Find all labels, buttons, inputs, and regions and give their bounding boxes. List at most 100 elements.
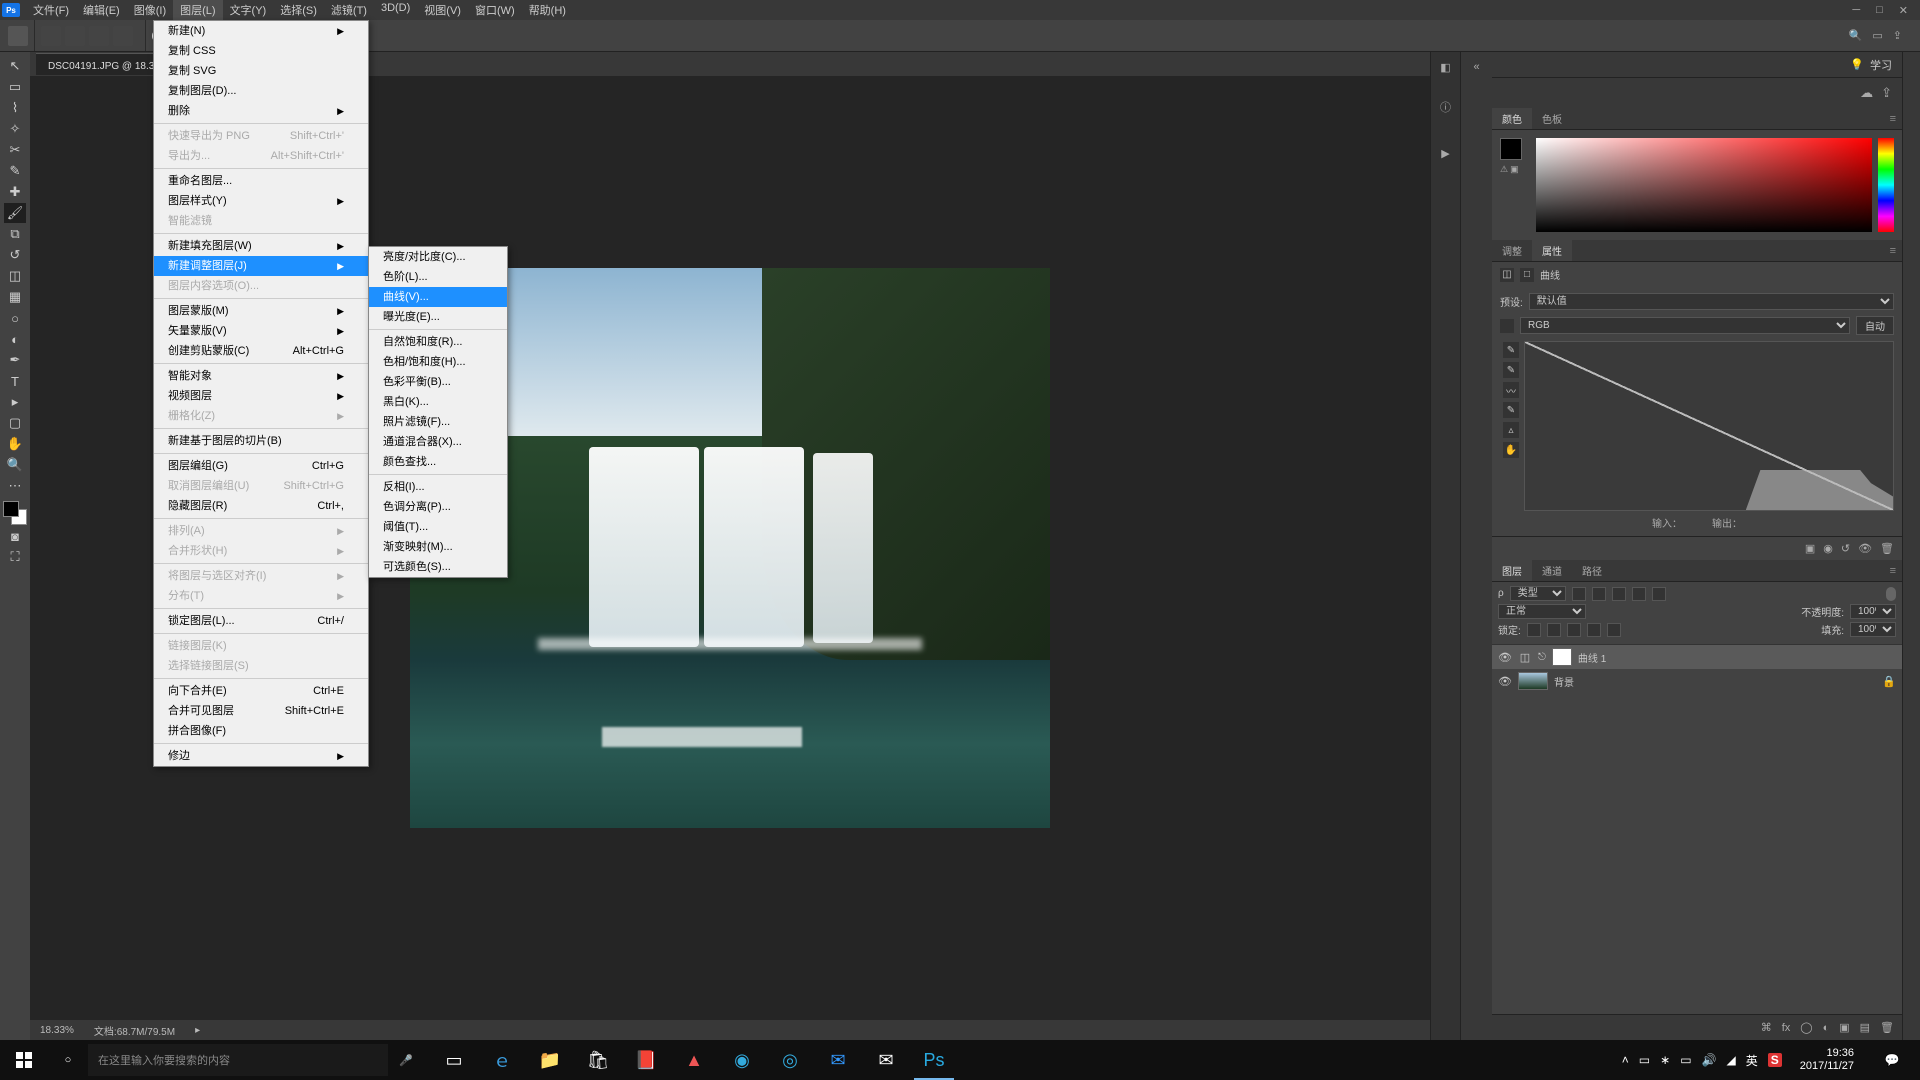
color-field[interactable]: [1536, 138, 1872, 232]
clip-to-layer-icon[interactable]: ▣: [1805, 542, 1815, 555]
brush-tool[interactable]: 🖌: [4, 203, 26, 223]
submenu-item[interactable]: 曝光度(E)...: [369, 307, 507, 327]
clock[interactable]: 19:36 2017/11/27: [1792, 1047, 1862, 1073]
menu-3D(D)[interactable]: 3D(D): [374, 0, 417, 20]
channel-icon[interactable]: [1500, 319, 1514, 333]
hue-slider[interactable]: [1878, 138, 1894, 232]
pen-tool[interactable]: ✒: [4, 350, 26, 370]
tray-volume-icon[interactable]: 🔊: [1702, 1053, 1717, 1067]
eyedropper-tool[interactable]: ✎: [4, 161, 26, 181]
color-tab[interactable]: 颜色: [1492, 108, 1532, 129]
gradient-tool[interactable]: ▦: [4, 287, 26, 307]
menu-item[interactable]: 新建基于图层的切片(B): [154, 431, 368, 451]
workspace-icon[interactable]: ▭: [1872, 29, 1882, 42]
submenu-item[interactable]: 色彩平衡(B)...: [369, 372, 507, 392]
filter-kind-select[interactable]: 类型: [1510, 586, 1566, 601]
edge-icon[interactable]: ｅ: [478, 1040, 526, 1080]
marquee-tool[interactable]: ▭: [4, 77, 26, 97]
filter-adjust-icon[interactable]: [1592, 587, 1606, 601]
menu-item[interactable]: 图层编组(G)Ctrl+G: [154, 456, 368, 476]
layer-thumb[interactable]: [1518, 672, 1548, 690]
tool-preset-icon[interactable]: [8, 26, 28, 46]
screenmode-tool[interactable]: ⛶: [4, 547, 26, 567]
type-tool[interactable]: T: [4, 371, 26, 391]
menu-图层(L)[interactable]: 图层(L): [173, 0, 222, 20]
menu-item[interactable]: 新建调整图层(J)▶: [154, 256, 368, 276]
move-tool[interactable]: ↖: [4, 56, 26, 76]
app5-icon[interactable]: ✉: [814, 1040, 862, 1080]
path-select-tool[interactable]: ▸: [4, 392, 26, 412]
menu-item[interactable]: 智能对象▶: [154, 366, 368, 386]
zoom-tool[interactable]: 🔍: [4, 455, 26, 475]
blend-mode-select[interactable]: 正常: [1498, 604, 1586, 619]
mic-icon[interactable]: 🎤: [388, 1054, 424, 1067]
menu-选择(S)[interactable]: 选择(S): [273, 0, 324, 20]
heal-tool[interactable]: ✚: [4, 182, 26, 202]
link-layers-icon[interactable]: ⌘: [1761, 1021, 1772, 1034]
hand-icon[interactable]: ✋: [1503, 442, 1519, 458]
panel-menu-icon[interactable]: ≡: [1884, 245, 1902, 257]
channels-tab[interactable]: 通道: [1532, 560, 1572, 581]
menu-文件(F)[interactable]: 文件(F): [26, 0, 76, 20]
learn-label[interactable]: 学习: [1870, 57, 1892, 73]
menu-item[interactable]: 复制 SVG: [154, 61, 368, 81]
lock-trans-icon[interactable]: [1527, 623, 1541, 637]
menu-item[interactable]: 图层样式(Y)▶: [154, 191, 368, 211]
tray-battery-icon[interactable]: ▭: [1680, 1053, 1691, 1067]
dodge-tool[interactable]: ◐: [4, 329, 26, 349]
shape-tool[interactable]: ▢: [4, 413, 26, 433]
share-icon[interactable]: ⇪: [1893, 29, 1902, 42]
curves-graph[interactable]: ✎ ✎ 〰 ✎ ▵ ✋: [1524, 341, 1894, 511]
eraser-tool[interactable]: ◫: [4, 266, 26, 286]
clip-icon[interactable]: ▵: [1503, 422, 1519, 438]
menu-编辑(E)[interactable]: 编辑(E): [76, 0, 127, 20]
toggle-visibility-icon[interactable]: 👁: [1858, 542, 1872, 555]
app4-icon[interactable]: ◎: [766, 1040, 814, 1080]
tray-bluetooth-icon[interactable]: ∗: [1660, 1053, 1670, 1067]
start-button[interactable]: [0, 1040, 48, 1080]
blur-tool[interactable]: ○: [4, 308, 26, 328]
submenu-item[interactable]: 可选颜色(S)...: [369, 557, 507, 577]
group-icon[interactable]: ▣: [1839, 1021, 1849, 1034]
new-layer-icon[interactable]: ▤: [1860, 1021, 1870, 1034]
layer-name[interactable]: 背景: [1554, 674, 1574, 689]
menu-item[interactable]: 矢量蒙版(V)▶: [154, 321, 368, 341]
layer-mask-thumb[interactable]: [1552, 648, 1572, 666]
smooth-icon[interactable]: 〰: [1503, 382, 1519, 398]
menu-item[interactable]: 删除▶: [154, 101, 368, 121]
libraries-icon[interactable]: ⓘ: [1437, 98, 1455, 116]
lasso-tool[interactable]: ⌇: [4, 98, 26, 118]
menu-滤镜(T)[interactable]: 滤镜(T): [324, 0, 374, 20]
reset-icon[interactable]: ↺: [1841, 542, 1850, 555]
paths-tab[interactable]: 路径: [1572, 560, 1612, 581]
lock-pos-icon[interactable]: [1567, 623, 1581, 637]
menu-item[interactable]: 重命名图层...: [154, 171, 368, 191]
menu-帮助(H)[interactable]: 帮助(H): [522, 0, 573, 20]
distribute-icon[interactable]: [113, 26, 133, 46]
menu-item[interactable]: 新建填充图层(W)▶: [154, 236, 368, 256]
menu-item[interactable]: 拼合图像(F): [154, 721, 368, 741]
menu-item[interactable]: 复制 CSS: [154, 41, 368, 61]
lock-image-icon[interactable]: [1547, 623, 1561, 637]
visibility-icon[interactable]: 👁: [1498, 651, 1512, 664]
app3-icon[interactable]: ◉: [718, 1040, 766, 1080]
app2-icon[interactable]: ▲: [670, 1040, 718, 1080]
opacity-select[interactable]: 100%: [1850, 604, 1896, 619]
tray-chevron-icon[interactable]: ˄: [1622, 1053, 1629, 1067]
layer-row[interactable]: 👁 ◫ ⎋ 曲线 1: [1492, 645, 1902, 669]
filter-shape-icon[interactable]: [1632, 587, 1646, 601]
on-curve-icon[interactable]: ✎: [1503, 342, 1519, 358]
menu-item[interactable]: 新建(N)▶: [154, 21, 368, 41]
share2-icon[interactable]: ⇪: [1881, 85, 1892, 101]
stamp-tool[interactable]: ⧉: [4, 224, 26, 244]
layers-tab[interactable]: 图层: [1492, 560, 1532, 581]
history-brush-tool[interactable]: ↺: [4, 245, 26, 265]
quickmask-tool[interactable]: ◙: [4, 526, 26, 546]
tray-ime1[interactable]: 英: [1746, 1052, 1758, 1069]
tray-ime2[interactable]: S: [1768, 1053, 1782, 1067]
filter-smart-icon[interactable]: [1652, 587, 1666, 601]
fx-icon[interactable]: fx: [1782, 1022, 1791, 1034]
crop-tool[interactable]: ✂: [4, 140, 26, 160]
view-previous-icon[interactable]: ◉: [1823, 542, 1833, 555]
play-icon[interactable]: ▶: [1437, 144, 1455, 162]
